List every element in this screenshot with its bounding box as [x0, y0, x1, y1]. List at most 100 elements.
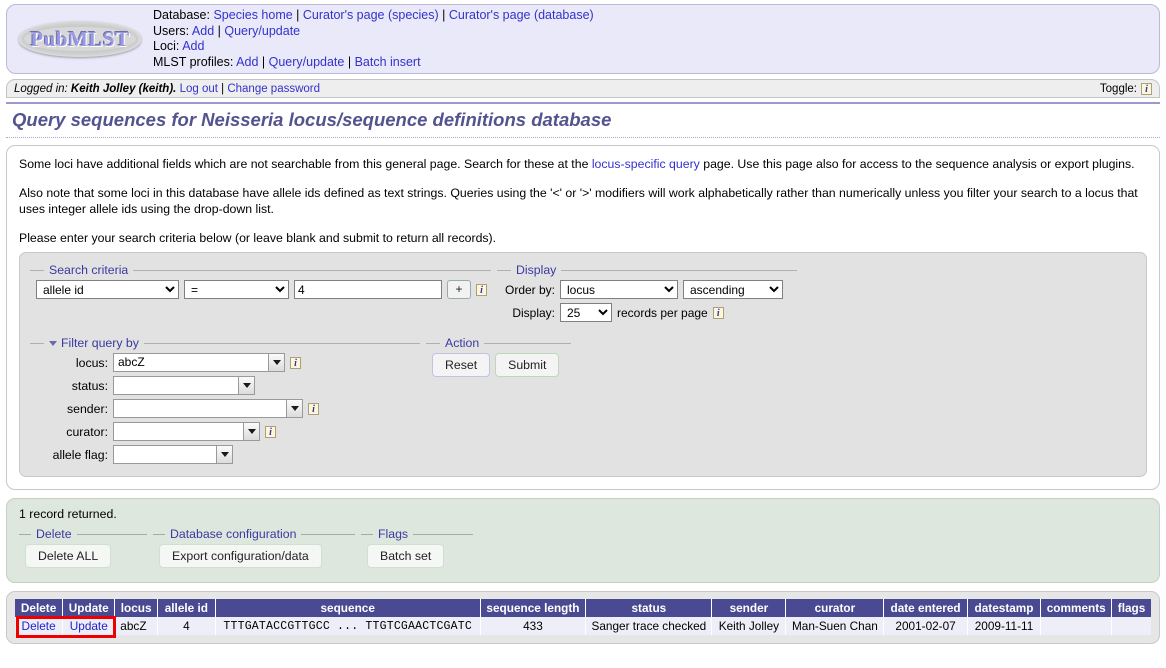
login-info: Logged in: Keith Jolley (keith). Log out… — [14, 82, 321, 95]
nav-link-curators-page-database[interactable]: Curator's page (database) — [449, 8, 594, 22]
page-size-row: Display: 25 records per page i — [503, 303, 793, 322]
cell-delete[interactable]: Delete — [15, 617, 64, 635]
col-sequence[interactable]: sequence — [215, 599, 481, 617]
row-update-link[interactable]: Update — [70, 619, 108, 633]
filter-select-sender[interactable] — [113, 399, 303, 418]
records-per-page-label: records per page — [617, 305, 708, 320]
col-sequence-length[interactable]: sequence length — [480, 599, 587, 617]
filter-query-fieldset: Filter query by locus: abcZ i status: se… — [30, 336, 420, 466]
row-delete-link[interactable]: Delete — [22, 619, 56, 633]
filter-label-curator: curator: — [66, 424, 108, 439]
nav-link-profiles-query-update[interactable]: Query/update — [269, 55, 345, 69]
search-value-input[interactable] — [294, 280, 442, 299]
filter-row-curator: curator: i — [36, 422, 416, 441]
database-configuration-group-fieldset: Database configuration Export configurat… — [153, 527, 355, 570]
display-info-icon[interactable]: i — [712, 306, 724, 319]
col-update[interactable]: Update — [62, 599, 116, 617]
nav-link-species-home[interactable]: Species home — [213, 8, 292, 22]
filter-row-sender: sender: i — [36, 399, 416, 418]
nav-link-profiles-add[interactable]: Add — [236, 55, 258, 69]
info-icon[interactable]: i — [1141, 82, 1152, 95]
intro-paragraph-1: Some loci have additional fields which a… — [19, 156, 1147, 172]
chevron-down-icon[interactable] — [268, 353, 285, 372]
col-flags[interactable]: flags — [1111, 599, 1151, 617]
delete-all-button[interactable]: Delete ALL — [25, 544, 112, 568]
cell-curator: Man-Suen Chan — [785, 617, 885, 635]
change-password-link[interactable]: Change password — [227, 83, 320, 95]
export-configuration-button[interactable]: Export configuration/data — [159, 544, 322, 568]
filter-info-icon-sender[interactable]: i — [308, 402, 319, 415]
nav-label-users: Users: — [153, 23, 190, 38]
nav-link-users-query-update[interactable]: Query/update — [224, 24, 300, 38]
search-criteria-info-icon[interactable]: i — [476, 283, 487, 296]
chevron-down-icon[interactable] — [286, 399, 303, 418]
order-by-select[interactable]: locus — [560, 280, 678, 299]
search-criteria-fieldset: Search criteria allele id = + i — [30, 263, 491, 301]
cell-sequence: TTTGATACCGTTGCC ... TTGTCGAACTCGATC — [215, 617, 481, 635]
col-curator[interactable]: curator — [785, 599, 885, 617]
filter-value-allele-flag — [113, 445, 216, 464]
filter-info-icon-curator[interactable]: i — [265, 425, 276, 438]
page-size-select[interactable]: 25 — [560, 303, 612, 322]
col-comments[interactable]: comments — [1040, 599, 1113, 617]
col-allele-id[interactable]: allele id — [157, 599, 216, 617]
nav-link-profiles-batch-insert[interactable]: Batch insert — [355, 55, 421, 69]
filter-select-locus[interactable]: abcZ — [113, 353, 285, 372]
chevron-down-icon[interactable] — [243, 422, 260, 441]
main-content-box: Some loci have additional fields which a… — [6, 145, 1160, 490]
cell-comments — [1040, 617, 1113, 635]
logout-link[interactable]: Log out — [180, 83, 218, 95]
nav-link-loci-add[interactable]: Add — [182, 39, 204, 53]
header-nav: Database: Species home | Curator's page … — [149, 8, 594, 70]
search-field-select[interactable]: allele id — [36, 280, 179, 299]
action-legend: Action — [445, 336, 480, 350]
search-criteria-row: allele id = + i — [36, 280, 487, 299]
cell-datestamp: 2009-11-11 — [967, 617, 1042, 635]
chevron-down-icon[interactable] — [238, 376, 255, 395]
action-fieldset: Action Reset Submit — [426, 336, 571, 379]
toggle-label: Toggle: — [1099, 82, 1137, 95]
nav-label-database: Database: — [153, 8, 210, 22]
filter-label-allele-flag: allele flag: — [52, 447, 108, 462]
submit-button[interactable]: Submit — [495, 353, 560, 377]
order-direction-select[interactable]: ascending — [683, 280, 783, 299]
col-date-entered[interactable]: date entered — [883, 599, 968, 617]
search-operator-select[interactable]: = — [184, 280, 289, 299]
toggle-area: Toggle: i — [1099, 82, 1152, 95]
action-buttons-row: Reset Submit — [432, 353, 567, 377]
triangle-down-icon[interactable] — [49, 341, 57, 347]
col-delete[interactable]: Delete — [15, 599, 64, 617]
col-locus[interactable]: locus — [114, 599, 158, 617]
nav-line-loci: Loci: Add — [153, 39, 594, 55]
cell-status: Sanger trace checked — [585, 617, 713, 635]
reset-button[interactable]: Reset — [432, 353, 491, 377]
filter-select-allele-flag[interactable] — [113, 445, 233, 464]
col-sender[interactable]: sender — [711, 599, 787, 617]
delete-group-legend: Delete — [36, 527, 72, 541]
delete-group-fieldset: Delete Delete ALL — [19, 527, 147, 570]
filter-query-legend: Filter query by — [44, 336, 144, 350]
filter-value-curator — [113, 422, 243, 441]
filter-value-locus: abcZ — [113, 353, 268, 372]
intro-paragraph-2: Also note that some loci in this databas… — [19, 186, 1138, 216]
locus-specific-query-link[interactable]: locus-specific query — [592, 157, 700, 171]
cell-locus: abcZ — [114, 617, 158, 635]
add-criteria-button[interactable]: + — [447, 280, 471, 299]
cell-sequence-length: 433 — [480, 617, 587, 635]
filter-label-locus: locus: — [75, 355, 108, 370]
chevron-down-icon[interactable] — [216, 445, 233, 464]
filter-select-curator[interactable] — [113, 422, 260, 441]
nav-link-curators-page-species[interactable]: Curator's page (species) — [303, 8, 439, 22]
cell-update[interactable]: Update — [62, 617, 116, 635]
intro-paragraph-3: Please enter your search criteria below … — [19, 231, 497, 245]
nav-link-users-add[interactable]: Add — [192, 24, 214, 38]
login-status-bar: Logged in: Keith Jolley (keith). Log out… — [6, 79, 1160, 98]
nav-line-mlst-profiles: MLST profiles: Add | Query/update | Batc… — [153, 54, 421, 69]
pubmlst-logo: PubMLST — [19, 21, 141, 57]
filter-select-status[interactable] — [113, 376, 255, 395]
filter-info-icon-locus[interactable]: i — [290, 356, 301, 369]
nav-label-mlst-profiles: MLST profiles: — [153, 54, 234, 69]
batch-set-button[interactable]: Batch set — [367, 544, 445, 568]
col-status[interactable]: status — [585, 599, 713, 617]
col-datestamp[interactable]: datestamp — [967, 599, 1042, 617]
